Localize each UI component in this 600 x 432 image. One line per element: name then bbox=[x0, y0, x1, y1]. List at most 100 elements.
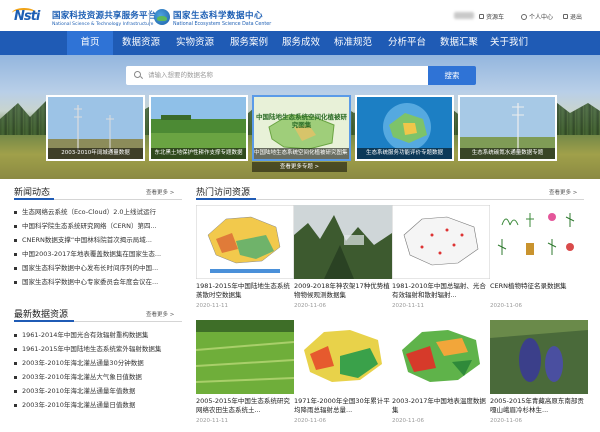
carousel-slide[interactable]: 东北黑土地保护性耕作支撑专题数据 bbox=[149, 95, 248, 161]
latest-underline-accent bbox=[14, 320, 74, 322]
hot-more-link[interactable]: 查看更多 > bbox=[549, 188, 577, 196]
nav-service-results[interactable]: 服务成效 bbox=[278, 31, 324, 55]
resource-card[interactable]: 1981-2015年中国陆地生态系统蒸散时空数据集 2020-11-11 bbox=[196, 205, 294, 309]
org2-name-en: National Ecosystem Science Data Center bbox=[173, 22, 272, 27]
news-item[interactable]: 生态网络云系统（Eco-Cloud）2.0上线试运行 bbox=[14, 206, 182, 218]
resource-card[interactable]: 2009-2018年神农架17种优势植物物候观测数据集 2020-11-06 bbox=[294, 205, 392, 309]
news-item[interactable]: 国家生态科学数据中心发布长时间序列的中国... bbox=[14, 262, 182, 274]
cart-link[interactable]: 资源车 bbox=[479, 12, 504, 21]
card-thumbnail bbox=[490, 320, 588, 394]
data-item-text: 2003年-2010年海北灌丛通量30分钟数据 bbox=[22, 359, 144, 367]
bullet-icon bbox=[14, 210, 17, 214]
news-item[interactable]: 中国科学院生态系统研究网络（CERN）第四... bbox=[14, 220, 182, 232]
station-map-thumbnail bbox=[392, 205, 490, 279]
search-button[interactable]: 搜索 bbox=[428, 66, 476, 85]
data-item[interactable]: 2003年-2010年海北灌丛通量日值数据 bbox=[14, 399, 182, 411]
data-item[interactable]: 1961-2015年中国陆地生态系统紫外辐射数据集 bbox=[14, 343, 182, 355]
user-icon bbox=[521, 13, 527, 20]
card-title: 2005-2015年中国生态系统研究网络农田生态系统土... bbox=[196, 397, 290, 414]
nav-standards[interactable]: 标准规范 bbox=[328, 31, 378, 55]
fir-cones-thumbnail bbox=[490, 320, 588, 394]
nav-data-aggregation[interactable]: 数据汇聚 bbox=[436, 31, 482, 55]
card-date: 2020-11-06 bbox=[490, 303, 522, 309]
search-input[interactable]: 请输入想要的数据名称 bbox=[126, 66, 428, 85]
card-title: 1981-2015年中国陆地生态系统蒸散时空数据集 bbox=[196, 282, 290, 299]
bullet-icon bbox=[14, 238, 17, 242]
slide-caption: 生态系统碳氮水通量数据专题 bbox=[460, 148, 555, 159]
resource-card[interactable]: 1971年-2000年全国30年累计平均降雨总辐射总量... 2020-11-0… bbox=[294, 320, 392, 424]
mountain-photo-thumbnail bbox=[294, 205, 392, 279]
news-section-title: 新闻动态 bbox=[14, 188, 51, 198]
slide-caption: 生态系统服务功能评价专题数据 bbox=[357, 148, 452, 159]
card-thumbnail bbox=[392, 205, 490, 279]
bullet-icon bbox=[14, 361, 17, 365]
org1-name-block: 国家科技资源共享服务平台 National Science & Technolo… bbox=[52, 9, 156, 27]
carousel-slide-active[interactable]: 中国陆地生态系统空间化植被研究图集 中国陆地生态系统空间化植被研究图集（1971… bbox=[252, 95, 351, 161]
slide-caption: 中国陆地生态系统空间化植被研究图集（1971-2000年） bbox=[254, 148, 349, 159]
carousel-slide[interactable]: 生态系统服务功能评价专题数据 bbox=[355, 95, 454, 161]
user-center-link[interactable]: 个人中心 bbox=[521, 12, 553, 21]
news-item-text: 国家生态科学数据中心专家委员会年度会议在... bbox=[22, 278, 159, 286]
news-item[interactable]: 中国2003-2017年地表覆盖数据集在国家生态... bbox=[14, 248, 182, 260]
card-date: 2020-11-06 bbox=[490, 418, 522, 424]
carousel-slide[interactable]: 2003-2010年阔城通量数据 bbox=[46, 95, 145, 161]
news-item[interactable]: 国家生态科学数据中心专家委员会年度会议在... bbox=[14, 276, 182, 288]
data-item[interactable]: 2003年-2010年海北灌丛大气象日值数据 bbox=[14, 371, 182, 383]
card-date: 2020-11-11 bbox=[392, 303, 424, 309]
bullet-icon bbox=[14, 252, 17, 256]
org1-name-en: National Science & Technology Infrastruc… bbox=[52, 22, 154, 27]
nav-analysis-platform[interactable]: 分析平台 bbox=[382, 31, 432, 55]
card-thumbnail bbox=[490, 205, 588, 279]
bullet-icon bbox=[14, 347, 17, 351]
resource-card[interactable]: 2003-2017年中国地表温度数据集 2020-11-06 bbox=[392, 320, 490, 424]
radiation-map-thumbnail bbox=[294, 320, 392, 394]
data-item[interactable]: 2003年-2010年海北灌丛通量30分钟数据 bbox=[14, 357, 182, 369]
data-item[interactable]: 2003年-2010年海北灌丛通量年值数据 bbox=[14, 385, 182, 397]
nav-about-us[interactable]: 关于我们 bbox=[486, 31, 532, 55]
news-item-text: 国家生态科学数据中心发布长时间序列的中国... bbox=[22, 264, 159, 272]
latest-more-link[interactable]: 查看更多 > bbox=[146, 310, 174, 318]
card-title: 2009-2018年神农架17种优势植物物候观测数据集 bbox=[294, 282, 390, 299]
resource-card[interactable]: CERN植物特征名录数据集 2020-11-06 bbox=[490, 205, 588, 309]
plant-chart-thumbnail bbox=[490, 205, 588, 279]
ecosystem-center-logo[interactable] bbox=[154, 9, 170, 25]
nav-service-cases[interactable]: 服务案例 bbox=[224, 31, 274, 55]
logout-link[interactable]: 退出 bbox=[563, 12, 582, 21]
hot-title-underline bbox=[196, 198, 584, 200]
bullet-icon bbox=[14, 266, 17, 270]
nav-home[interactable]: 首页 bbox=[67, 31, 113, 55]
et-map-thumbnail bbox=[196, 205, 294, 279]
resource-card[interactable]: 2005-2015年中国生态系统研究网络农田生态系统土... 2020-11-1… bbox=[196, 320, 294, 424]
site-header: Nsti 国家科技资源共享服务平台 National Science & Tec… bbox=[0, 0, 600, 31]
news-item-text: CNERN数据支撑“中国林科院首次揭示局域... bbox=[22, 236, 152, 244]
card-date: 2020-11-06 bbox=[294, 303, 326, 309]
carousel-slide[interactable]: 生态系统碳氮水通量数据专题 bbox=[458, 95, 557, 161]
bullet-icon bbox=[14, 389, 17, 393]
resource-card[interactable]: 1981-2010年中国总辐射、光合有效辐射和散射辐射... 2020-11-1… bbox=[392, 205, 490, 309]
card-title: CERN植物特征名录数据集 bbox=[490, 282, 567, 290]
nav-physical-resources[interactable]: 实物资源 bbox=[170, 31, 220, 55]
banner-more-topics-link[interactable]: 查看更多专题 > bbox=[252, 162, 347, 172]
data-item-text: 2003年-2010年海北灌丛大气象日值数据 bbox=[22, 373, 142, 381]
logout-label: 退出 bbox=[570, 14, 583, 21]
latest-section-title: 最新数据资源 bbox=[14, 310, 69, 320]
nav-data-resources[interactable]: 数据资源 bbox=[116, 31, 166, 55]
cart-icon bbox=[479, 14, 484, 19]
search-placeholder: 请输入想要的数据名称 bbox=[148, 71, 213, 79]
card-title: 1981-2010年中国总辐射、光合有效辐射和散射辐射... bbox=[392, 282, 486, 299]
card-thumbnail bbox=[294, 205, 392, 279]
latest-title-underline bbox=[14, 320, 182, 322]
nsti-logo[interactable]: Nsti bbox=[12, 8, 48, 25]
card-date: 2020-11-06 bbox=[294, 418, 326, 424]
news-more-link[interactable]: 查看更多 > bbox=[146, 188, 174, 196]
data-item[interactable]: 1961-2014年中国光合有效辐射重构数据集 bbox=[14, 329, 182, 341]
resource-card[interactable]: 2005-2015年青藏高原东南部贡嘎山峨眉冷杉林生... 2020-11-06 bbox=[490, 320, 588, 424]
cart-label: 资源车 bbox=[486, 14, 505, 21]
logout-icon bbox=[563, 14, 568, 19]
card-title: 2003-2017年中国地表温度数据集 bbox=[392, 397, 486, 414]
slide-overlay-title: 中国陆地生态系统空间化植被研究图集 bbox=[256, 113, 347, 129]
news-item[interactable]: CNERN数据支撑“中国林科院首次揭示局域... bbox=[14, 234, 182, 246]
username-blurred bbox=[454, 12, 474, 19]
news-item-text: 生态网络云系统（Eco-Cloud）2.0上线试运行 bbox=[22, 208, 157, 216]
surface-temperature-map-thumbnail bbox=[392, 320, 490, 394]
